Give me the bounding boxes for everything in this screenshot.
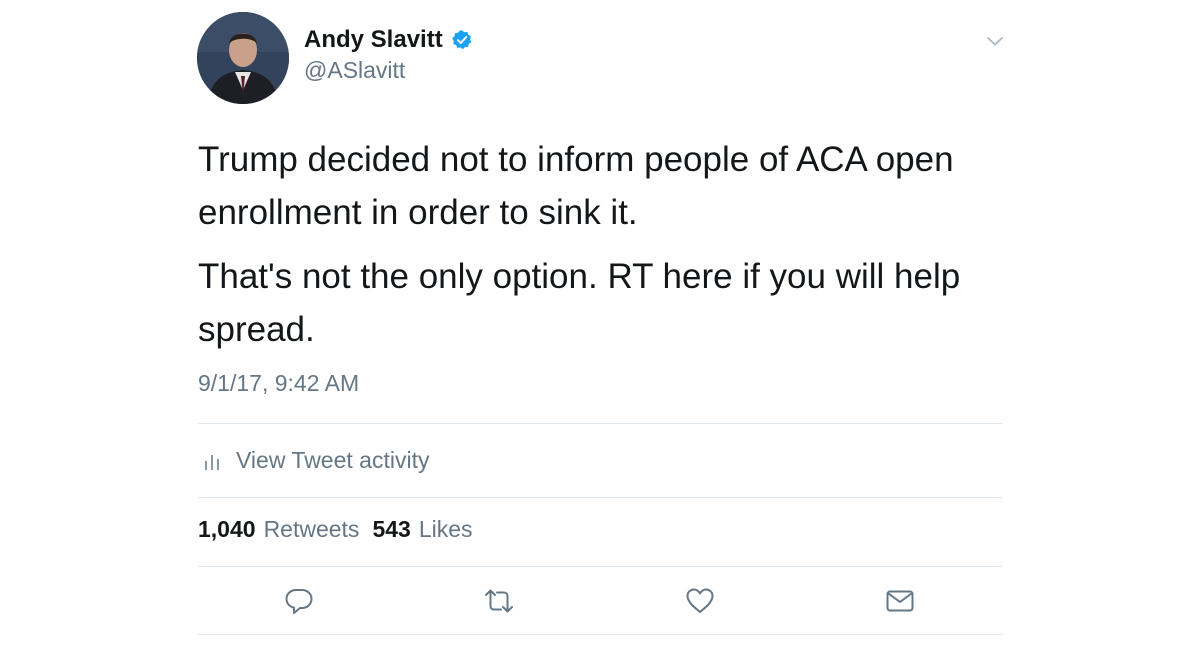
tweet-stats: 1,040 Retweets 543 Likes — [198, 516, 486, 543]
bar-chart-icon — [202, 450, 222, 470]
avatar[interactable] — [197, 12, 289, 104]
likes-label[interactable]: Likes — [419, 516, 473, 543]
reply-icon[interactable] — [283, 585, 315, 617]
tweet-paragraph: Trump decided not to inform people of AC… — [198, 140, 954, 232]
view-tweet-activity-label: View Tweet activity — [236, 446, 430, 473]
tweet-author: Andy Slavitt @ASlavitt — [304, 24, 473, 84]
retweets-label[interactable]: Retweets — [264, 516, 360, 543]
heart-icon[interactable] — [684, 585, 716, 617]
retweet-icon[interactable] — [483, 585, 515, 617]
divider — [198, 497, 1003, 498]
tweet-text: Trump decided not to inform people of AC… — [198, 133, 998, 367]
envelope-icon[interactable] — [884, 585, 916, 617]
view-tweet-activity-link[interactable]: View Tweet activity — [198, 443, 429, 477]
chevron-down-icon[interactable] — [984, 30, 1006, 52]
divider — [198, 423, 1003, 424]
verified-badge-icon — [451, 29, 473, 51]
likes-count[interactable]: 543 — [372, 516, 410, 543]
timestamp[interactable]: 9/1/17, 9:42 AM — [198, 370, 359, 397]
retweets-count[interactable]: 1,040 — [198, 516, 256, 543]
display-name[interactable]: Andy Slavitt — [304, 26, 443, 54]
divider — [198, 634, 1003, 635]
name-row: Andy Slavitt — [304, 24, 473, 56]
tweet-paragraph: That's not the only option. RT here if y… — [198, 257, 961, 349]
divider — [198, 566, 1003, 567]
profile-photo — [197, 12, 289, 104]
handle[interactable]: @ASlavitt — [304, 57, 473, 84]
